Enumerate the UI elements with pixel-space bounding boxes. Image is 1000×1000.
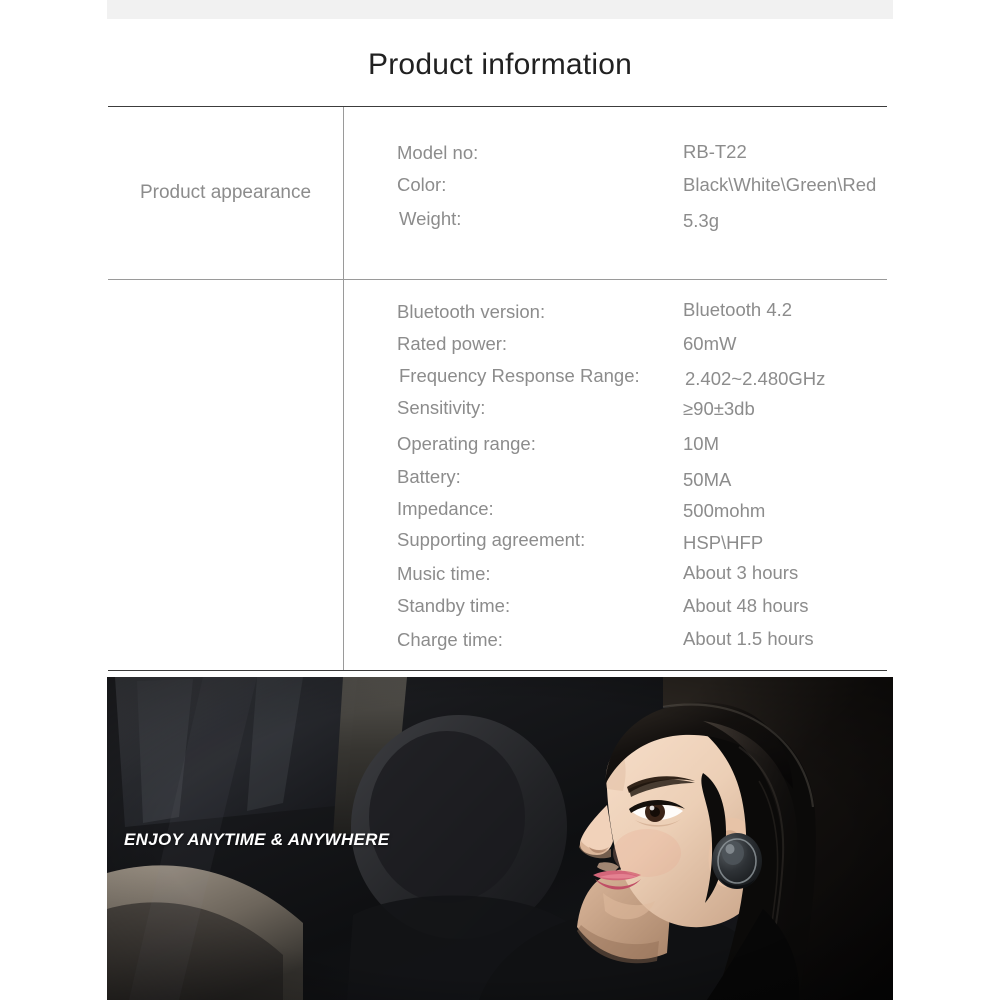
attribute-list: Model no: RB-T22 Color: Black\White\Gree… [344, 141, 887, 237]
attribute-list: Bluetooth version: Bluetooth 4.2 Rated p… [344, 299, 887, 652]
attribute-line: Sensitivity: ≥90±3db [344, 396, 887, 428]
attribute-line: Battery: 50MA [344, 460, 887, 492]
page-title: Product information [368, 48, 632, 81]
attribute-line: Supporting agreement: HSP\HFP [344, 524, 887, 556]
attribute-value: Bluetooth 4.2 [683, 299, 793, 320]
attribute-key: Impedance: [397, 498, 494, 519]
attribute-key: Bluetooth version: [397, 301, 546, 322]
attribute-key: Standby time: [397, 595, 511, 616]
top-gray-strip [107, 0, 893, 19]
attribute-value: About 1.5 hours [683, 628, 814, 649]
attribute-value: 10M [683, 433, 719, 454]
attribute-line: Frequency Response Range: 2.402~2.480GHz [344, 364, 887, 396]
attribute-line: Model no: RB-T22 [344, 141, 887, 173]
attribute-key: Model no: [397, 142, 479, 163]
attribute-key: Music time: [397, 563, 491, 584]
attribute-line: Operating range: 10M [344, 428, 887, 460]
row-label-text: Product appearance [139, 182, 312, 203]
attribute-key: Operating range: [397, 433, 536, 454]
attribute-value: HSP\HFP [683, 532, 764, 553]
attribute-value: 60mW [683, 333, 737, 354]
lifestyle-photo: ENJOY ANYTIME & ANYWHERE [107, 677, 893, 1000]
specification-table: Product appearance Model no: RB-T22 Colo… [108, 106, 887, 671]
attribute-key: Rated power: [397, 333, 508, 354]
attribute-line: Rated power: 60mW [344, 332, 887, 364]
attribute-line: Standby time: About 48 hours [344, 588, 887, 620]
hero-caption: ENJOY ANYTIME & ANYWHERE [124, 830, 390, 849]
attribute-key: Sensitivity: [397, 397, 486, 418]
attribute-line: Weight: 5.3g [344, 205, 887, 237]
attribute-value: Black\White\Green\Red [683, 174, 877, 195]
attribute-key: Weight: [399, 208, 462, 229]
attribute-line: Impedance: 500mohm [344, 492, 887, 524]
row-label-cell: Product appearance [108, 107, 344, 279]
attribute-value: ≥90±3db [683, 398, 755, 419]
row-content-cell: Bluetooth version: Bluetooth 4.2 Rated p… [344, 280, 887, 670]
table-row: Bluetooth version: Bluetooth 4.2 Rated p… [108, 279, 887, 670]
attribute-key: Battery: [397, 466, 461, 487]
attribute-value: 5.3g [683, 210, 720, 231]
product-information-page: Product information Product appearance M… [0, 0, 1000, 1000]
attribute-key: Charge time: [397, 629, 503, 650]
attribute-value: 50MA [683, 469, 732, 490]
attribute-key: Frequency Response Range: [399, 365, 640, 386]
attribute-value: About 3 hours [683, 562, 799, 583]
row-label-cell [108, 280, 344, 670]
attribute-value: 2.402~2.480GHz [685, 368, 826, 389]
table-row: Product appearance Model no: RB-T22 Colo… [108, 107, 887, 279]
attribute-line: Bluetooth version: Bluetooth 4.2 [344, 299, 887, 332]
attribute-key: Color: [397, 174, 447, 195]
attribute-value: RB-T22 [683, 141, 747, 162]
row-content-cell: Model no: RB-T22 Color: Black\White\Gree… [344, 107, 887, 279]
attribute-line: Color: Black\White\Green\Red [344, 173, 887, 205]
attribute-value: 500mohm [683, 500, 766, 521]
attribute-key: Supporting agreement: [397, 529, 586, 550]
attribute-value: About 48 hours [683, 595, 809, 616]
attribute-line: Music time: About 3 hours [344, 556, 887, 588]
attribute-line: Charge time: About 1.5 hours [344, 620, 887, 652]
